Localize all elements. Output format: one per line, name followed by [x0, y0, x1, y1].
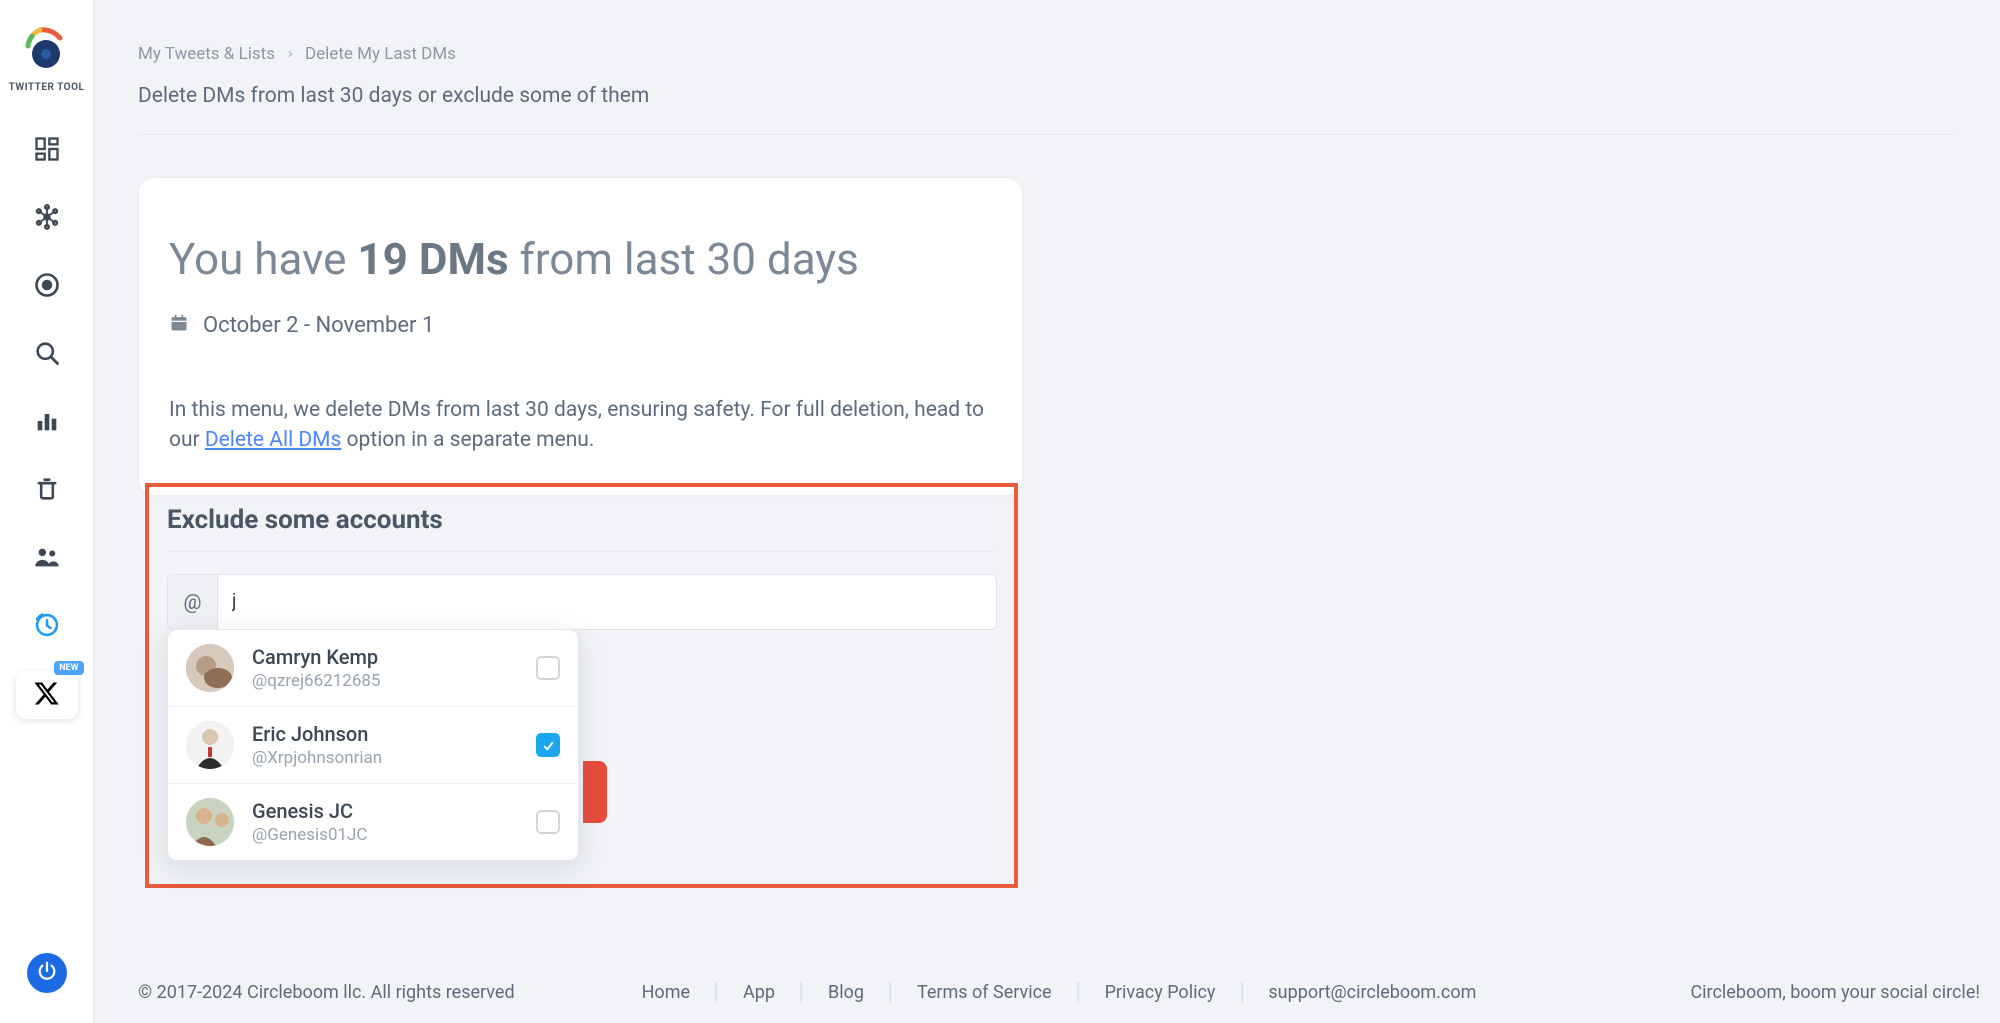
power-icon: [36, 960, 58, 986]
exclude-title: Exclude some accounts: [167, 505, 997, 552]
account-option[interactable]: Genesis JC @Genesis01JC: [168, 784, 578, 860]
copyright: © 2017-2024 Circleboom llc. All rights r…: [138, 982, 515, 1003]
x-icon: [33, 680, 60, 711]
breadcrumb-parent[interactable]: My Tweets & Lists: [138, 44, 275, 64]
desc-line2: option in a separate menu.: [341, 428, 594, 452]
account-dropdown: Camryn Kemp @qzrej66212685 Eric Johnson …: [167, 629, 579, 861]
footer: © 2017-2024 Circleboom llc. All rights r…: [138, 982, 1980, 1003]
exclude-section-highlight: Exclude some accounts @ Camryn Kemp @: [145, 483, 1023, 630]
date-range-row: October 2 - November 1: [169, 313, 992, 339]
footer-link-support[interactable]: support@circleboom.com: [1242, 982, 1502, 1003]
footer-link-privacy[interactable]: Privacy Policy: [1079, 982, 1243, 1003]
headline: You have 19 DMs from last 30 days: [169, 234, 992, 285]
footer-link-app[interactable]: App: [717, 982, 802, 1003]
footer-tagline: Circleboom, boom your social circle!: [1690, 982, 1980, 1003]
avatar: [186, 644, 234, 692]
logo-icon: [20, 24, 72, 76]
exclude-input[interactable]: [218, 575, 996, 629]
account-name: Genesis JC: [252, 799, 536, 823]
footer-link-blog[interactable]: Blog: [802, 982, 891, 1003]
sidebar: TWITTER TOOL: [0, 0, 94, 1023]
delete-all-dms-link[interactable]: Delete All DMs: [205, 428, 341, 452]
date-range-text: October 2 - November 1: [203, 313, 434, 338]
chevron-right-icon: [285, 44, 295, 64]
account-handle: @Genesis01JC: [252, 825, 536, 845]
main-content: My Tweets & Lists Delete My Last DMs Del…: [94, 0, 2000, 1023]
checkbox[interactable]: [536, 656, 560, 680]
users-icon: [33, 543, 61, 575]
target-icon: [33, 271, 61, 303]
power-button[interactable]: [27, 953, 67, 993]
nav-target[interactable]: [17, 257, 77, 317]
account-handle: @qzrej66212685: [252, 671, 536, 691]
exclude-input-row: @: [167, 574, 997, 630]
bar-chart-icon: [33, 407, 61, 439]
search-icon: [33, 339, 61, 371]
nav-network[interactable]: [17, 189, 77, 249]
account-option[interactable]: Eric Johnson @Xrpjohnsonrian: [168, 707, 578, 784]
clock-refresh-icon: [33, 611, 61, 643]
divider: [138, 134, 1956, 135]
description: In this menu, we delete DMs from last 30…: [169, 395, 992, 456]
headline-count: 19 DMs: [357, 233, 508, 285]
breadcrumb: My Tweets & Lists Delete My Last DMs: [138, 44, 1956, 64]
at-prefix: @: [168, 575, 218, 629]
footer-link-home[interactable]: Home: [616, 982, 717, 1003]
nav-users[interactable]: [17, 529, 77, 589]
page-subtitle: Delete DMs from last 30 days or exclude …: [138, 84, 1956, 108]
network-icon: [33, 203, 61, 235]
account-name: Camryn Kemp: [252, 645, 536, 669]
app-logo[interactable]: TWITTER TOOL: [9, 24, 85, 93]
avatar: [186, 798, 234, 846]
nav-delete[interactable]: [17, 461, 77, 521]
exclude-panel: Exclude some accounts @ Camryn Kemp @: [167, 505, 997, 630]
nav-analytics[interactable]: [17, 393, 77, 453]
checkbox[interactable]: [536, 810, 560, 834]
trash-icon: [33, 475, 61, 507]
nav-x-twitter[interactable]: NEW: [16, 671, 78, 719]
checkbox[interactable]: [536, 733, 560, 757]
account-option[interactable]: Camryn Kemp @qzrej66212685: [168, 630, 578, 707]
account-name: Eric Johnson: [252, 722, 536, 746]
calendar-icon: [169, 313, 189, 339]
delete-button-peek[interactable]: [583, 761, 607, 823]
footer-links: Home App Blog Terms of Service Privacy P…: [616, 982, 1503, 1003]
dashboard-icon: [33, 135, 61, 167]
headline-pre: You have: [169, 233, 357, 285]
footer-link-tos[interactable]: Terms of Service: [891, 982, 1079, 1003]
breadcrumb-current: Delete My Last DMs: [305, 44, 456, 64]
account-handle: @Xrpjohnsonrian: [252, 748, 536, 768]
nav-scheduled[interactable]: [17, 597, 77, 657]
headline-post: from last 30 days: [509, 233, 859, 285]
nav-search[interactable]: [17, 325, 77, 385]
dm-card: You have 19 DMs from last 30 days Octobe…: [138, 177, 1023, 496]
new-badge: NEW: [54, 661, 83, 675]
avatar: [186, 721, 234, 769]
nav-dashboard[interactable]: [17, 121, 77, 181]
app-title: TWITTER TOOL: [9, 82, 85, 93]
